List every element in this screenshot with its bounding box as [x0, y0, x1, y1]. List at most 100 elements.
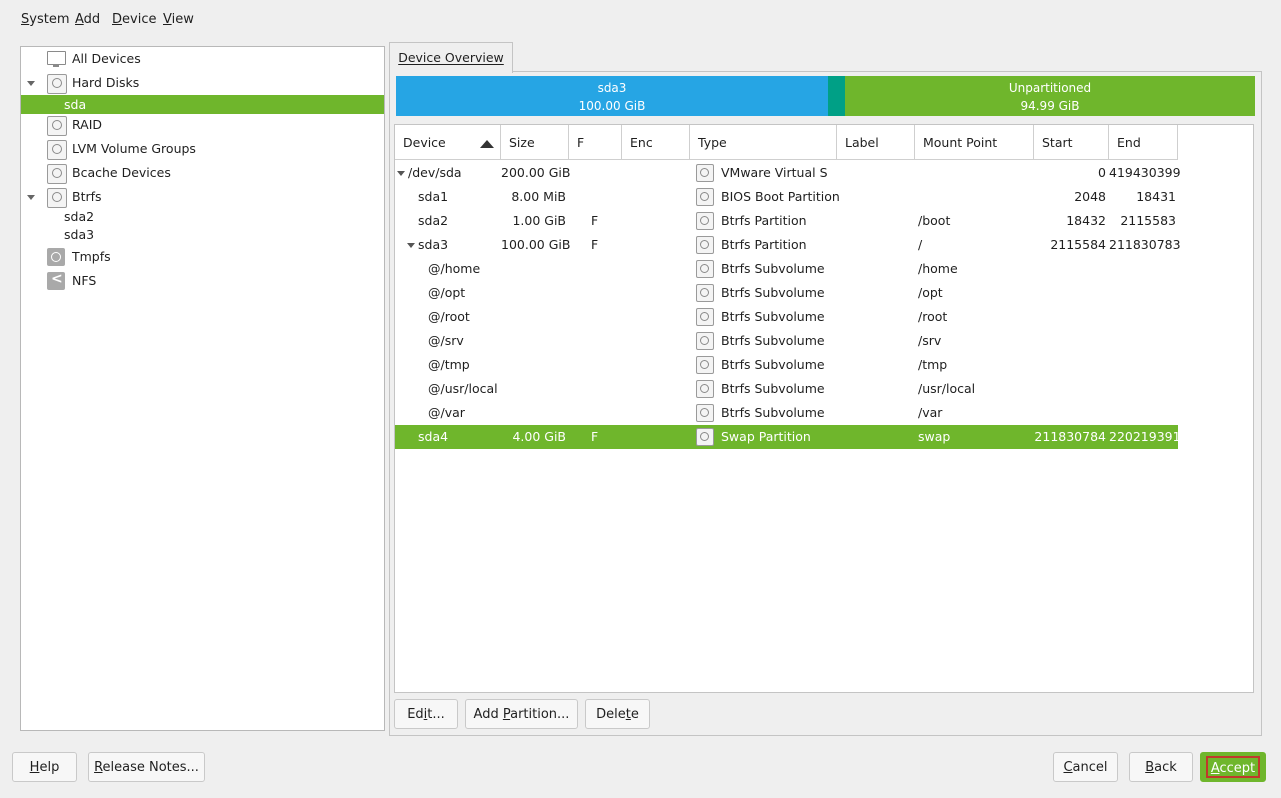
device-type-icon [696, 356, 714, 374]
column-header-label[interactable]: Label [837, 125, 915, 160]
menu-add[interactable]: Add [75, 12, 100, 27]
device-type-icon [696, 260, 714, 278]
device-type-icon [696, 428, 714, 446]
cell-device: @/srv [428, 333, 464, 348]
cell-mount-point: /srv [918, 333, 942, 348]
tree-item-btrfs[interactable]: Btrfs [21, 186, 384, 208]
cell-device: sda2 [418, 213, 449, 228]
cell-device: sda1 [418, 189, 449, 204]
cell-end: 18431 [1136, 189, 1176, 204]
device-type-icon [696, 284, 714, 302]
cell-device: @/home [428, 261, 481, 276]
column-header-type[interactable]: Type [690, 125, 837, 160]
cell-end: 211830783 [1109, 237, 1181, 252]
cell-mount-point: /home [918, 261, 958, 276]
back-button[interactable]: Back [1129, 752, 1193, 782]
share-icon [47, 268, 65, 290]
cancel-button[interactable]: Cancel [1053, 752, 1118, 782]
cell-device: @/var [428, 405, 465, 420]
edit-button[interactable]: Edit... [394, 699, 458, 729]
cell-type: VMware Virtual S [721, 165, 828, 180]
cell-end: 220219391 [1109, 429, 1181, 444]
table-row[interactable]: sda1 8.00 MiB BIOS Boot Partition 2048 18431 [395, 185, 1178, 209]
monitor-icon [47, 51, 66, 67]
disk-bar-unpartitioned[interactable]: Unpartitioned 94.99 GiB [845, 76, 1255, 116]
menu-device[interactable]: Device [112, 12, 156, 27]
disk-bar-swap-segment[interactable] [828, 76, 845, 116]
lvm-icon [47, 140, 67, 160]
table-row[interactable]: @/home Btrfs Subvolume/home [395, 257, 1178, 281]
device-table: Device Size F Enc Type Label Mount Point… [394, 124, 1254, 693]
table-row[interactable]: @/usr/local Btrfs Subvolume/usr/local [395, 377, 1178, 401]
expand-arrow-icon[interactable] [397, 171, 405, 176]
cell-type: Btrfs Partition [721, 237, 807, 252]
tree-item-lvm-volume-groups[interactable]: LVM Volume Groups [21, 138, 384, 160]
tree-item-all-devices[interactable]: All Devices [21, 48, 384, 70]
table-row[interactable]: @/root Btrfs Subvolume/root [395, 305, 1178, 329]
column-header-f[interactable]: F [569, 125, 622, 160]
device-type-icon [696, 164, 714, 182]
device-type-icon [696, 236, 714, 254]
column-header-device[interactable]: Device [395, 125, 501, 160]
expand-arrow-icon[interactable] [27, 81, 35, 86]
tree-item-tmpfs[interactable]: Tmpfs [21, 246, 384, 268]
menu-system[interactable]: System [21, 12, 70, 27]
bcache-icon [47, 164, 67, 184]
theme-toggle-moon-icon[interactable] [231, 759, 243, 773]
column-header-size[interactable]: Size [501, 125, 569, 160]
release-notes-button[interactable]: Release Notes... [88, 752, 205, 782]
device-type-icon [696, 404, 714, 422]
cell-type: Btrfs Subvolume [721, 357, 825, 372]
expand-arrow-icon[interactable] [27, 195, 35, 200]
menu-view[interactable]: View [163, 12, 194, 27]
cell-size: 100.00 GiB [501, 237, 571, 252]
hard-disk-icon [47, 74, 67, 94]
device-tree: All Devices Hard Disks sda RAID LVM Volu… [20, 46, 385, 731]
disk-bar-sda3[interactable]: sda3 100.00 GiB [396, 76, 828, 116]
tab-device-overview[interactable]: Device Overview [389, 42, 513, 73]
table-row[interactable]: @/tmp Btrfs Subvolume/tmp [395, 353, 1178, 377]
tree-item-btrfs-sda3[interactable]: sda3 [21, 226, 384, 244]
column-header-enc[interactable]: Enc [622, 125, 690, 160]
cell-start: 2115584 [1050, 237, 1106, 252]
delete-button[interactable]: Delete [585, 699, 650, 729]
cell-end: 2115583 [1120, 213, 1176, 228]
tree-item-hard-disks[interactable]: Hard Disks [21, 72, 384, 94]
cell-device: @/opt [428, 285, 466, 300]
cell-size: 8.00 MiB [511, 189, 566, 204]
cell-type: Swap Partition [721, 429, 811, 444]
cell-mount-point: /var [918, 405, 943, 420]
table-row[interactable]: @/opt Btrfs Subvolume/opt [395, 281, 1178, 305]
cell-size: 4.00 GiB [512, 429, 566, 444]
menu-bar: System Add Device View [0, 0, 1281, 40]
tree-item-nfs[interactable]: NFS [21, 268, 384, 292]
device-type-icon [696, 380, 714, 398]
tree-item-raid[interactable]: RAID [21, 114, 384, 136]
cell-type: Btrfs Subvolume [721, 309, 825, 324]
cell-f: F [591, 213, 599, 228]
cell-size: 1.00 GiB [512, 213, 566, 228]
help-button[interactable]: Help [12, 752, 77, 782]
table-row[interactable]: @/var Btrfs Subvolume/var [395, 401, 1178, 425]
cell-device: /dev/sda [408, 165, 462, 180]
cell-device: sda4 [418, 429, 449, 444]
tree-item-sda[interactable]: sda [21, 95, 384, 114]
add-partition-button[interactable]: Add Partition... [465, 699, 578, 729]
accept-button[interactable]: Accept [1200, 752, 1266, 782]
column-header-end[interactable]: End [1109, 125, 1178, 160]
tree-item-bcache-devices[interactable]: Bcache Devices [21, 162, 384, 184]
table-row[interactable]: /dev/sda 200.00 GiB VMware Virtual S 0 41943… [395, 161, 1181, 185]
expand-arrow-icon[interactable] [407, 243, 415, 248]
tree-item-btrfs-sda2[interactable]: sda2 [21, 208, 384, 226]
column-header-mount-point[interactable]: Mount Point [915, 125, 1034, 160]
cell-mount-point: /usr/local [918, 381, 976, 396]
column-header-start[interactable]: Start [1034, 125, 1109, 160]
table-row[interactable]: sda2 1.00 GiB F Btrfs Partition/boot 18432 21… [395, 209, 1178, 233]
table-row[interactable]: sda3 100.00 GiB F Btrfs Partition / 2115584 21… [395, 233, 1181, 257]
cell-type: Btrfs Subvolume [721, 261, 825, 276]
device-type-icon [696, 188, 714, 206]
cell-f: F [591, 237, 599, 252]
table-row[interactable]: @/srv Btrfs Subvolume/srv [395, 329, 1178, 353]
cell-mount-point: swap [918, 429, 951, 444]
table-row[interactable]: sda4 4.00 GiB F Swap Partition swap 211830784… [395, 425, 1181, 449]
